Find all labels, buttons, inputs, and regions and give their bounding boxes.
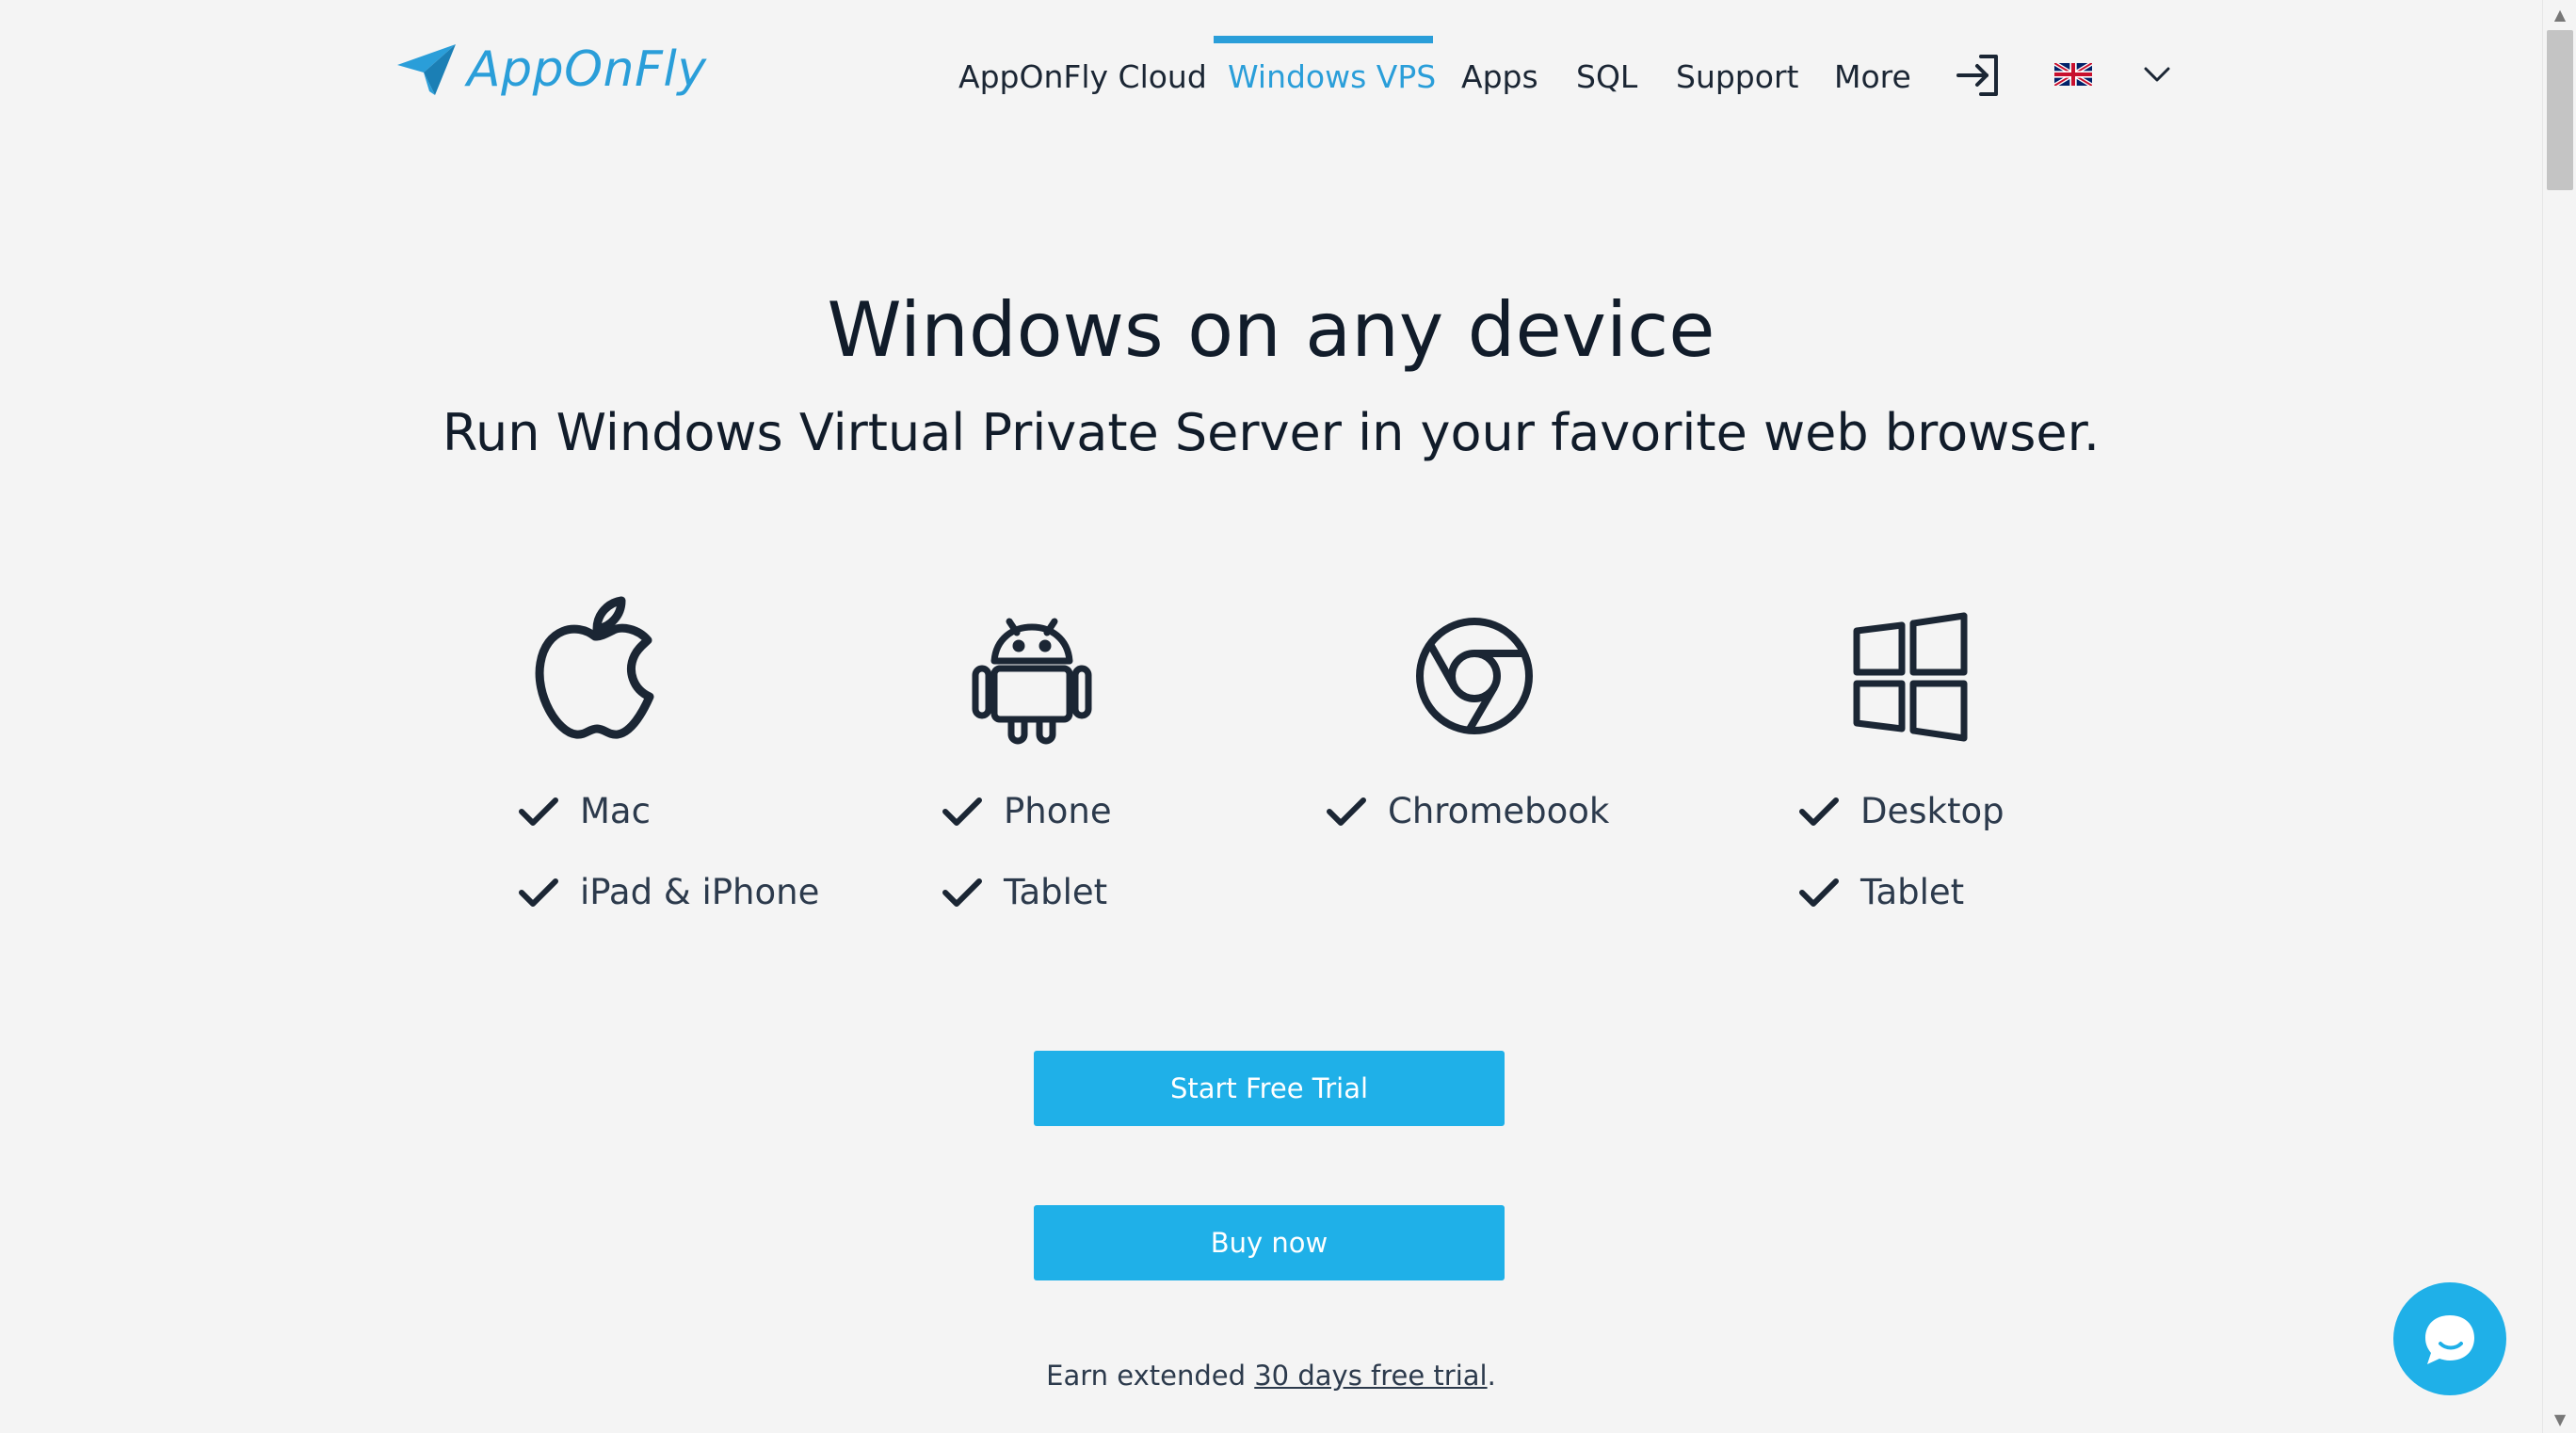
login-icon[interactable] [1955,51,2004,104]
check-icon [1799,878,1839,907]
scroll-up-arrow-icon[interactable]: ▲ [2543,0,2576,28]
feature-label: Desktop [1860,791,2004,831]
feature-tablet: Tablet [942,872,1107,912]
paper-plane-icon [397,44,456,95]
uk-flag-icon[interactable] [2053,60,2094,89]
feature-mac: Mac [518,791,651,831]
check-icon [1327,797,1366,826]
nav-sql[interactable]: SQL [1576,58,1637,95]
chrome-icon [1409,601,1540,751]
feature-chromebook: Chromebook [1326,791,1609,831]
check-icon [519,878,558,907]
feature-label: Tablet [1860,872,1965,912]
logo-text: AppOnFly [467,41,707,98]
android-icon [966,601,1098,751]
hero-subtitle: Run Windows Virtual Private Server in yo… [442,403,2101,462]
hero-title: Windows on any device [827,286,1715,374]
nav-active-indicator [1214,36,1433,43]
nav-more[interactable]: More [1834,58,1911,95]
buy-now-button[interactable]: Buy now [1034,1205,1505,1280]
nav-support[interactable]: Support [1676,58,1798,95]
page: AppOnFly AppOnFly Cloud Windows VPS Apps… [0,0,2576,1433]
nav-windows-vps[interactable]: Windows VPS [1228,58,1436,95]
nav-apps[interactable]: Apps [1461,58,1538,95]
check-icon [942,797,982,826]
feature-ipad-iphone: iPad & iPhone [518,872,819,912]
feature-desktop: Desktop [1798,791,2004,831]
feature-phone: Phone [942,791,1112,831]
chevron-down-icon[interactable] [2143,66,2171,87]
free-trial-link[interactable]: 30 days free trial [1254,1360,1487,1392]
start-free-trial-button[interactable]: Start Free Trial [1034,1051,1505,1126]
feature-label: Mac [580,791,651,831]
scrollbar[interactable]: ▲ ▼ [2542,0,2576,1433]
chat-icon [2425,1315,2474,1364]
check-icon [942,878,982,907]
feature-windows-tablet: Tablet [1798,872,1964,912]
chat-button[interactable] [2393,1282,2506,1395]
nav-appOnFly-cloud[interactable]: AppOnFly Cloud [958,58,1207,95]
scroll-thumb[interactable] [2547,30,2573,190]
scroll-down-arrow-icon[interactable]: ▼ [2543,1405,2576,1433]
feature-label: Tablet [1004,872,1108,912]
earn-trial-text: Earn extended 30 days free trial. [0,1360,2542,1392]
earn-prefix: Earn extended [1046,1360,1255,1392]
earn-suffix: . [1487,1360,1496,1392]
windows-icon [1843,601,1975,751]
check-icon [519,797,558,826]
feature-label: iPad & iPhone [580,872,820,912]
check-icon [1799,797,1839,826]
feature-label: Chromebook [1388,791,1610,831]
apple-icon [529,591,661,742]
logo[interactable]: AppOnFly [395,41,707,98]
feature-label: Phone [1004,791,1112,831]
